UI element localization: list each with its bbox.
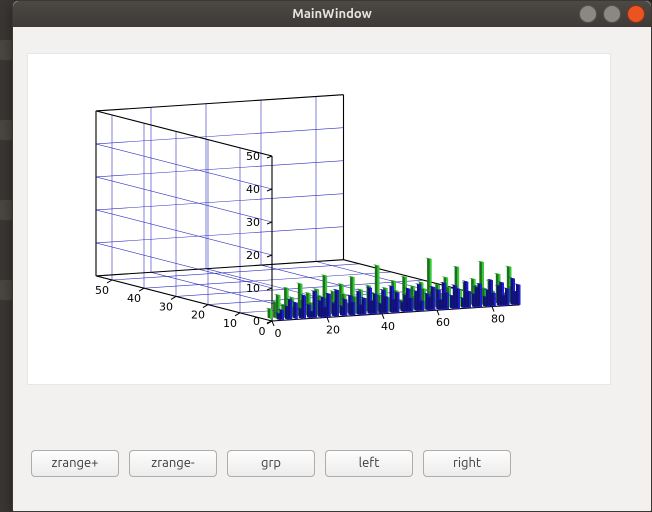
titlebar[interactable]: MainWindow — [13, 1, 651, 27]
svg-text:50: 50 — [246, 150, 260, 163]
left-button[interactable]: left — [325, 450, 413, 477]
main-window: MainWindow 02040608001020304050010203040… — [12, 0, 652, 512]
svg-text:30: 30 — [159, 300, 173, 313]
desktop-root: MainWindow 02040608001020304050010203040… — [0, 0, 652, 512]
svg-text:0: 0 — [275, 327, 282, 340]
svg-text:60: 60 — [436, 316, 450, 329]
svg-text:0: 0 — [253, 315, 260, 328]
chart-3d-bar: 0204060800102030405001020304050 — [27, 53, 611, 385]
zrange-minus-button[interactable]: zrange- — [129, 450, 217, 477]
svg-text:30: 30 — [246, 216, 260, 229]
button-row: zrange+ zrange- grp left right — [31, 450, 511, 477]
minimize-icon[interactable] — [579, 5, 597, 23]
svg-text:80: 80 — [491, 313, 505, 326]
zrange-plus-button[interactable]: zrange+ — [31, 450, 119, 477]
right-button[interactable]: right — [423, 450, 511, 477]
grp-button[interactable]: grp — [227, 450, 315, 477]
svg-text:20: 20 — [326, 323, 340, 336]
launcher-icon — [0, 40, 12, 60]
window-controls — [579, 5, 645, 23]
svg-text:10: 10 — [223, 317, 237, 330]
svg-text:50: 50 — [95, 284, 109, 297]
window-title: MainWindow — [13, 7, 651, 21]
svg-text:40: 40 — [246, 183, 260, 196]
launcher-icon — [0, 120, 12, 140]
close-icon[interactable] — [627, 5, 645, 23]
svg-text:20: 20 — [246, 249, 260, 262]
launcher-icon — [0, 280, 12, 300]
svg-text:20: 20 — [191, 309, 205, 322]
svg-text:10: 10 — [246, 282, 260, 295]
svg-text:40: 40 — [127, 292, 141, 305]
maximize-icon[interactable] — [603, 5, 621, 23]
svg-text:40: 40 — [381, 320, 395, 333]
launcher-icon — [0, 200, 12, 220]
window-client-area: 0204060800102030405001020304050 zrange+ … — [13, 27, 651, 511]
